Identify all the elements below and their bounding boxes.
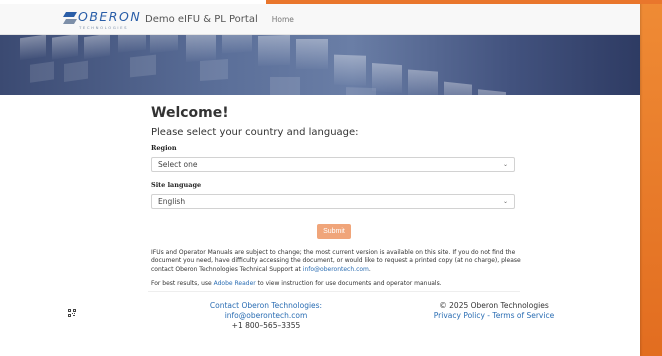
submit-button[interactable]: Submit — [317, 224, 351, 239]
footer-legal: © 2025 Oberon Technologies Privacy Polic… — [420, 301, 568, 321]
copyright-text: © 2025 Oberon Technologies — [439, 301, 549, 310]
legal-links: Privacy Policy - Terms of Service — [420, 311, 568, 321]
submit-row: Submit — [151, 218, 517, 239]
reader-note: For best results, use Adobe Reader to vi… — [151, 280, 517, 287]
contact-phone: +1 800–565–3355 — [231, 321, 301, 330]
chevron-down-icon: ⌄ — [502, 198, 508, 205]
contact-email-link[interactable]: info@oberontech.com — [196, 311, 336, 321]
hero-pattern — [20, 35, 506, 95]
oberon-logo[interactable]: OBERON TECHNOLOGIES — [63, 6, 140, 32]
orange-side-accent — [640, 0, 662, 356]
adobe-reader-link[interactable]: Adobe Reader — [214, 280, 256, 287]
qr-code-icon — [68, 309, 76, 317]
reader-suffix: to view instruction for use documents an… — [255, 279, 442, 287]
portal-title[interactable]: Demo eIFU & PL Portal — [145, 14, 258, 25]
hero-banner — [0, 35, 640, 95]
oberon-logo-icon — [63, 12, 77, 24]
support-email-link[interactable]: info@oberontech.com — [303, 266, 369, 273]
terms-of-service-link[interactable]: Terms of Service — [492, 311, 554, 320]
ifu-disclaimer: IFUs and Operator Manuals are subject to… — [151, 249, 521, 274]
footer-divider — [148, 291, 520, 292]
logo-tagline: TECHNOLOGIES — [79, 25, 129, 30]
footer-contact: Contact Oberon Technologies: info@oberon… — [196, 301, 336, 331]
disclaimer-end: . — [368, 265, 371, 273]
nav-home-link[interactable]: Home — [272, 15, 294, 24]
contact-label-link[interactable]: Contact Oberon Technologies: — [196, 301, 336, 311]
chevron-down-icon: ⌄ — [502, 161, 508, 168]
main-content: Welcome! Please select your country and … — [151, 104, 521, 287]
welcome-heading: Welcome! — [151, 105, 229, 121]
site-language-label: Site language — [151, 181, 202, 189]
select-prompt: Please select your country and language: — [151, 127, 359, 138]
site-language-value: English — [158, 197, 186, 206]
top-navbar: OBERON TECHNOLOGIES Demo eIFU & PL Porta… — [0, 4, 640, 35]
reader-prefix: For best results, use — [151, 279, 214, 287]
logo-wordmark: OBERON — [78, 9, 142, 24]
site-language-select[interactable]: English ⌄ — [151, 194, 515, 209]
region-select[interactable]: Select one ⌄ — [151, 157, 515, 172]
region-select-value: Select one — [158, 160, 198, 169]
privacy-policy-link[interactable]: Privacy Policy — [434, 311, 485, 320]
region-label: Region — [151, 144, 177, 152]
